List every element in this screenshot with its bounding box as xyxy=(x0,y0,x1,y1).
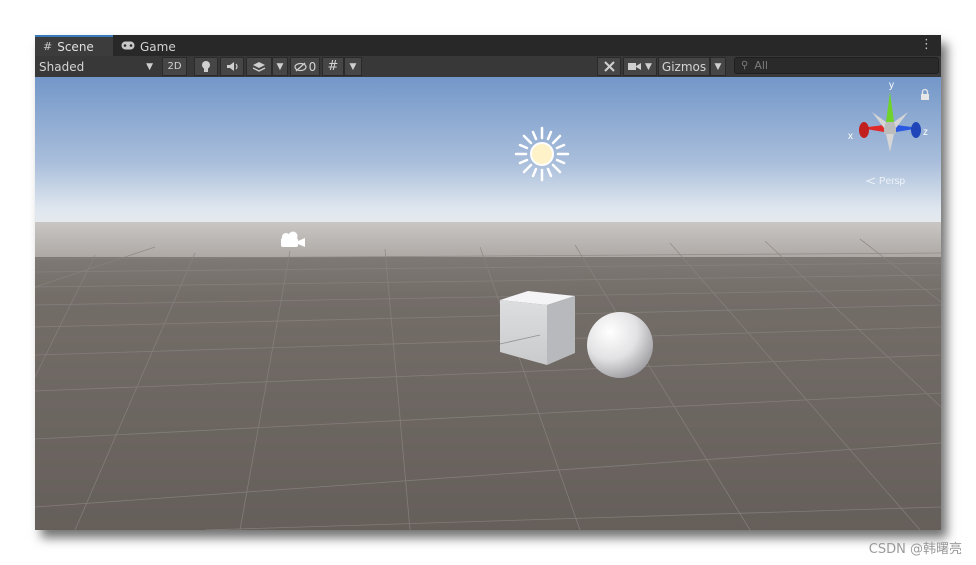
search-placeholder: All xyxy=(754,59,768,72)
grid-icon: # xyxy=(43,40,53,53)
lightbulb-icon xyxy=(202,61,210,72)
scene-window: # Scene Game ⋮ Shaded ▼ 2D ▼ 0 # ▼ ▼ Giz… xyxy=(35,35,941,530)
tab-scene-label: Scene xyxy=(57,39,94,54)
tab-game[interactable]: Game xyxy=(113,37,183,56)
scene-viewport[interactable]: y x z Persp xyxy=(35,77,941,530)
chevron-down-icon: ▼ xyxy=(714,61,722,72)
tools-icon xyxy=(603,61,615,72)
scene-toolbar: Shaded ▼ 2D ▼ 0 # ▼ ▼ Gizmos ▼ ⚲ All xyxy=(35,56,941,78)
grid-icon: # xyxy=(327,59,339,74)
layers-icon xyxy=(252,61,266,72)
search-icon: ⚲ xyxy=(741,60,749,71)
hidden-count: 0 xyxy=(308,59,317,74)
scene-canvas[interactable]: y x z Persp xyxy=(35,77,941,530)
shading-mode-dropdown[interactable]: Shaded ▼ xyxy=(35,57,157,76)
lighting-toggle-button[interactable] xyxy=(194,57,218,76)
more-options-icon[interactable]: ⋮ xyxy=(920,37,933,52)
chevron-down-icon: ▼ xyxy=(645,61,652,72)
tab-scene[interactable]: # Scene xyxy=(35,35,113,56)
search-field[interactable]: ⚲ All xyxy=(734,57,939,74)
gizmo-y-label: y xyxy=(889,80,894,91)
gizmos-dropdown[interactable]: ▼ xyxy=(710,57,726,76)
toggle-2d-label: 2D xyxy=(167,61,182,72)
gizmo-x-label: x xyxy=(848,131,853,142)
chevron-down-icon: ▼ xyxy=(276,61,284,72)
tab-game-label: Game xyxy=(140,39,176,54)
camera-settings-dropdown[interactable]: ▼ xyxy=(623,57,657,76)
effects-toggle-button[interactable] xyxy=(246,57,272,76)
grid-dropdown[interactable]: ▼ xyxy=(344,57,362,76)
chevron-down-icon: ▼ xyxy=(146,61,153,72)
projection-label: Persp xyxy=(879,176,906,187)
gizmo-z-label: z xyxy=(923,127,928,138)
eye-slash-icon xyxy=(294,62,307,71)
watermark-text: CSDN @韩曙亮 xyxy=(868,542,962,557)
sky xyxy=(35,77,941,232)
video-camera-icon xyxy=(628,63,642,70)
directional-light-icon[interactable] xyxy=(514,126,570,182)
speaker-icon xyxy=(226,62,238,71)
grid-toggle-button[interactable]: # xyxy=(322,57,344,76)
audio-toggle-button[interactable] xyxy=(220,57,244,76)
toggle-2d-button[interactable]: 2D xyxy=(162,57,187,76)
effects-dropdown[interactable]: ▼ xyxy=(272,57,288,76)
gizmos-label: Gizmos xyxy=(661,59,707,74)
gizmos-button[interactable]: Gizmos xyxy=(658,57,710,76)
gamepad-icon xyxy=(121,40,135,53)
chevron-down-icon: ▼ xyxy=(349,61,357,72)
shading-mode-value: Shaded xyxy=(39,59,85,74)
tab-bar: # Scene Game ⋮ xyxy=(35,35,941,56)
tools-button[interactable] xyxy=(597,57,621,76)
cube-object[interactable] xyxy=(499,291,575,365)
sphere-object[interactable] xyxy=(587,312,653,378)
hidden-objects-toggle[interactable]: 0 xyxy=(290,57,320,76)
